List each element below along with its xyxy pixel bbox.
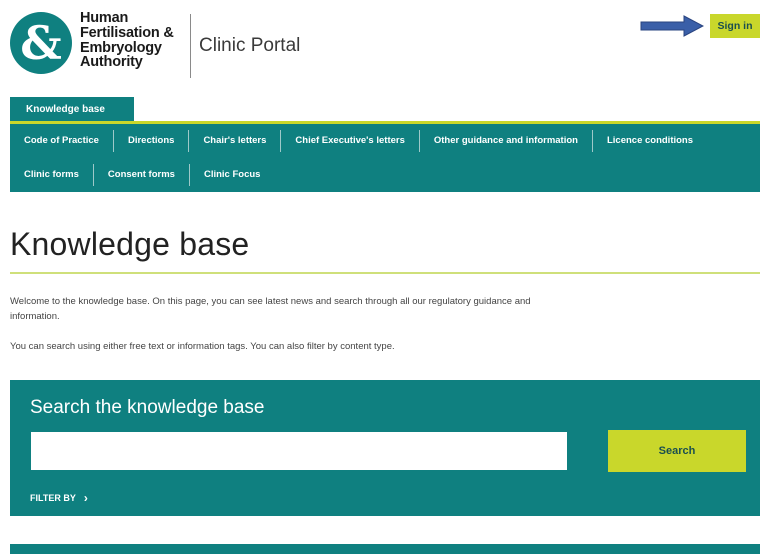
intro-paragraph: You can search using either free text or… <box>10 341 395 352</box>
search-heading: Search the knowledge base <box>30 397 265 418</box>
nav-item-other-guidance[interactable]: Other guidance and information <box>418 130 592 152</box>
search-button[interactable]: Search <box>608 430 746 472</box>
main-nav: Code of Practice Directions Chair's lett… <box>10 124 760 192</box>
page-title: Knowledge base <box>10 226 250 262</box>
filter-by-toggle[interactable]: FILTER BY › <box>30 491 88 505</box>
nav-row-1: Code of Practice Directions Chair's lett… <box>10 124 707 158</box>
intro-paragraph: Welcome to the knowledge base. On this p… <box>10 296 531 322</box>
logo-ampersand-icon: & <box>20 16 62 70</box>
search-panel: Search the knowledge base Search FILTER … <box>10 380 760 516</box>
nav-item-clinic-forms[interactable]: Clinic forms <box>10 164 93 186</box>
nav-row-2: Clinic forms Consent forms Clinic Focus <box>10 158 274 192</box>
search-input[interactable] <box>31 432 567 470</box>
title-divider <box>10 272 760 274</box>
org-name-line: Fertilisation & <box>80 24 174 41</box>
next-panel-edge <box>10 544 760 554</box>
nav-item-licence-conditions[interactable]: Licence conditions <box>591 130 707 152</box>
nav-item-consent-forms[interactable]: Consent forms <box>92 164 189 186</box>
org-name: Human Fertilisation & Embryology Authori… <box>80 11 185 70</box>
org-name-line: Human <box>80 10 129 26</box>
filter-by-label: FILTER BY <box>30 493 76 503</box>
nav-item-clinic-focus[interactable]: Clinic Focus <box>188 164 274 186</box>
chevron-right-icon: › <box>83 491 88 505</box>
nav-item-chairs-letters[interactable]: Chair's letters <box>188 130 280 152</box>
annotation-arrow-icon <box>640 15 704 37</box>
org-name-line: Embryology <box>80 39 162 56</box>
sign-in-button[interactable]: Sign in <box>710 14 760 38</box>
tab-knowledge-base[interactable]: Knowledge base <box>10 97 134 121</box>
hfea-logo[interactable]: & <box>10 12 72 74</box>
nav-item-directions[interactable]: Directions <box>112 130 188 152</box>
org-name-line: Authority <box>80 54 143 71</box>
nav-item-code-of-practice[interactable]: Code of Practice <box>10 130 113 152</box>
nav-item-chief-executives-letters[interactable]: Chief Executive's letters <box>280 130 418 152</box>
header-divider <box>190 14 191 78</box>
portal-name: Clinic Portal <box>199 35 301 56</box>
